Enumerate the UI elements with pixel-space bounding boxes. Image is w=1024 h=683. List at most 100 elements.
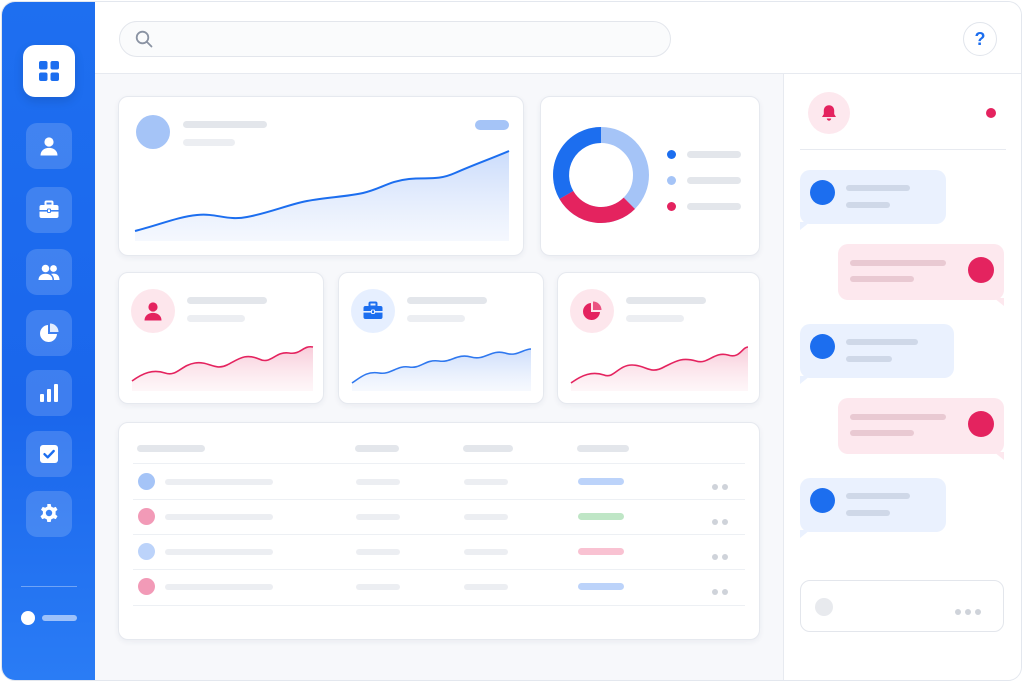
sidebar-item-analytics[interactable]: [26, 370, 72, 416]
sidebar: [2, 2, 95, 680]
sidebar-divider: [21, 586, 77, 587]
legend-label-placeholder: [687, 177, 741, 184]
row-avatar: [138, 508, 155, 525]
sidebar-item-profile[interactable]: [26, 123, 72, 169]
pie-chart-icon: [40, 323, 59, 342]
checkbox-icon: [40, 445, 58, 463]
row-name-placeholder: [165, 514, 273, 520]
table-header-cell: [137, 445, 205, 452]
profile-avatar[interactable]: [21, 611, 35, 625]
data-table-card: [118, 422, 760, 640]
bubble-tail: [800, 222, 810, 230]
main-chart-card: [118, 96, 524, 256]
status-badge: [578, 478, 624, 485]
search-icon: [135, 30, 153, 48]
grid-icon: [39, 61, 59, 81]
stat-card-reports: [557, 272, 760, 404]
status-badge: [578, 513, 624, 520]
message-avatar: [810, 488, 835, 513]
sidebar-item-jobs[interactable]: [26, 187, 72, 233]
table-divider: [133, 499, 745, 500]
row-more-menu[interactable]: [708, 512, 728, 530]
message-line-placeholder: [846, 339, 918, 345]
bubble-tail: [800, 376, 810, 384]
blue-sparkline: [351, 348, 532, 391]
status-badge: [578, 583, 624, 590]
message-line-placeholder: [850, 430, 914, 436]
message-line-placeholder: [850, 276, 914, 282]
stat-card-users: [118, 272, 324, 404]
stat-card-jobs: [338, 272, 544, 404]
search-bar[interactable]: [119, 21, 671, 57]
message-bubble-outgoing[interactable]: [838, 398, 1004, 454]
table-divider: [133, 605, 745, 606]
row-cell-placeholder: [464, 514, 508, 520]
bubble-tail: [994, 298, 1004, 306]
table-header-cell: [577, 445, 629, 452]
row-name-placeholder: [165, 584, 273, 590]
help-button[interactable]: ?: [963, 22, 997, 56]
table-divider: [133, 534, 745, 535]
users-icon: [38, 264, 60, 280]
user-icon: [40, 137, 58, 156]
legend-label-placeholder: [687, 203, 741, 210]
table-divider: [133, 463, 745, 464]
legend-label-placeholder: [687, 151, 741, 158]
notifications-button[interactable]: [808, 92, 850, 134]
donut-chart-card: [540, 96, 760, 256]
legend-dot: [667, 150, 676, 159]
row-avatar: [138, 578, 155, 595]
row-more-menu[interactable]: [708, 582, 728, 600]
sidebar-item-settings[interactable]: [26, 491, 72, 537]
composer-more-menu[interactable]: [951, 602, 981, 620]
message-bubble-outgoing[interactable]: [838, 244, 1004, 300]
message-line-placeholder: [850, 414, 946, 420]
trend-line-chart: [134, 150, 510, 241]
pink-sparkline: [131, 345, 314, 391]
row-cell-placeholder: [356, 479, 400, 485]
legend-dot: [667, 202, 676, 211]
settings-icon: [40, 504, 58, 522]
briefcase-icon: [39, 200, 59, 218]
row-avatar: [138, 473, 155, 490]
donut-chart: [553, 127, 649, 223]
row-cell-placeholder: [464, 584, 508, 590]
message-avatar: [810, 334, 835, 359]
row-cell-placeholder: [464, 479, 508, 485]
row-cell-placeholder: [356, 549, 400, 555]
message-avatar: [810, 180, 835, 205]
row-more-menu[interactable]: [708, 477, 728, 495]
message-composer[interactable]: [800, 580, 1004, 632]
sidebar-item-team[interactable]: [26, 249, 72, 295]
row-cell-placeholder: [356, 514, 400, 520]
app-window: ?: [1, 1, 1022, 681]
status-badge: [578, 548, 624, 555]
legend-dot: [667, 176, 676, 185]
help-icon: ?: [974, 28, 986, 49]
row-avatar: [138, 543, 155, 560]
message-bubble-incoming[interactable]: [800, 324, 954, 378]
message-bubble-incoming[interactable]: [800, 478, 946, 532]
notifications-panel: [783, 74, 1021, 680]
top-bar: ?: [95, 2, 1021, 74]
bubble-tail: [800, 530, 810, 538]
bar-chart-icon: [40, 384, 58, 402]
table-header-cell: [355, 445, 399, 452]
table-divider: [133, 569, 745, 570]
sidebar-item-reports[interactable]: [26, 310, 72, 356]
row-name-placeholder: [165, 479, 273, 485]
row-name-placeholder: [165, 549, 273, 555]
message-bubble-incoming[interactable]: [800, 170, 946, 224]
attach-button[interactable]: [815, 598, 833, 616]
table-header-cell: [463, 445, 513, 452]
message-avatar: [968, 411, 994, 437]
sidebar-item-tasks[interactable]: [26, 431, 72, 477]
row-more-menu[interactable]: [708, 547, 728, 565]
dashboard-logo-button[interactable]: [23, 45, 75, 97]
message-line-placeholder: [846, 493, 910, 499]
profile-name-placeholder: [42, 615, 77, 621]
pink-sparkline: [570, 346, 749, 391]
message-line-placeholder: [846, 185, 910, 191]
message-avatar: [968, 257, 994, 283]
search-input[interactable]: [153, 22, 670, 56]
